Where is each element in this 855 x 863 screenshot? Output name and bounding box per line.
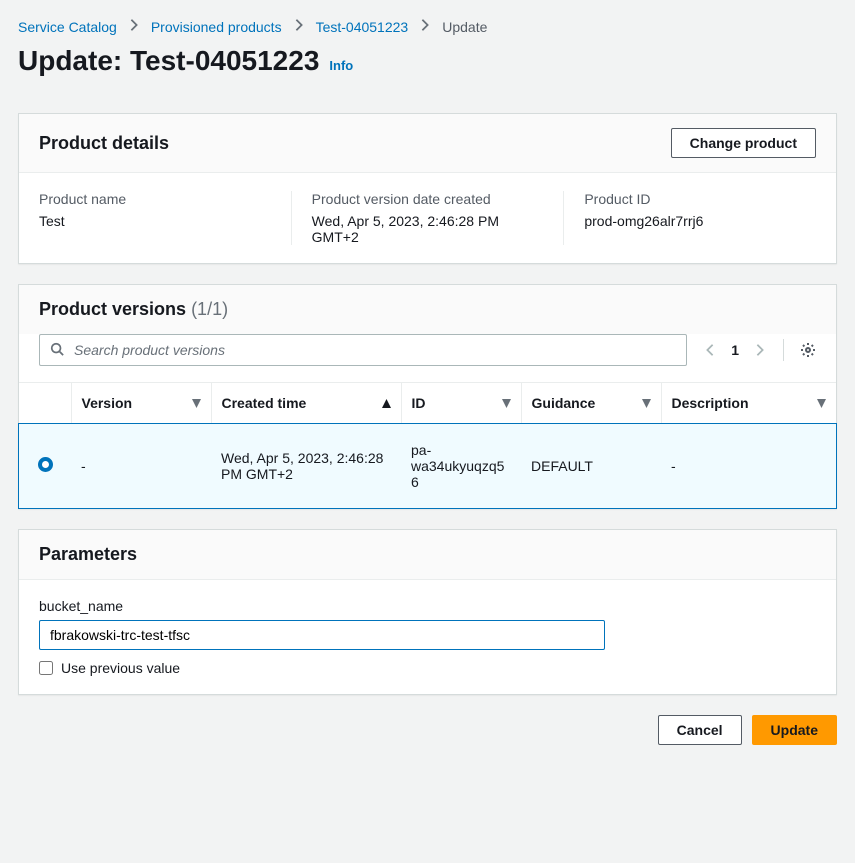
search-input[interactable] — [72, 341, 676, 359]
cell-created: Wed, Apr 5, 2023, 2:46:28 PM GMT+2 — [211, 424, 401, 509]
versions-table: Version Created time — [19, 382, 836, 508]
divider — [783, 339, 784, 361]
parameters-panel: Parameters bucket_name Use previous valu… — [18, 529, 837, 695]
breadcrumb: Service Catalog Provisioned products Tes… — [18, 18, 837, 35]
cancel-button[interactable]: Cancel — [658, 715, 742, 745]
product-versions-title: Product versions (1/1) — [39, 299, 228, 320]
use-previous-value-checkbox[interactable] — [39, 661, 53, 675]
product-id-value: prod-omg26alr7rrj6 — [584, 213, 816, 229]
update-button[interactable]: Update — [752, 715, 837, 745]
footer-actions: Cancel Update — [18, 715, 837, 745]
cell-description: - — [661, 424, 836, 509]
product-versions-count: (1/1) — [191, 299, 228, 319]
product-date-value: Wed, Apr 5, 2023, 2:46:28 PM GMT+2 — [312, 213, 544, 245]
prev-page-button[interactable] — [703, 343, 717, 357]
product-date-label: Product version date created — [312, 191, 544, 207]
product-id-label: Product ID — [584, 191, 816, 207]
product-details-title: Product details — [39, 133, 169, 154]
product-name-value: Test — [39, 213, 271, 229]
chevron-right-icon — [292, 18, 306, 35]
breadcrumb-service-catalog[interactable]: Service Catalog — [18, 19, 117, 35]
bucket-name-label: bucket_name — [39, 598, 816, 614]
pager: 1 — [703, 342, 767, 358]
col-created[interactable]: Created time — [211, 383, 401, 424]
page-title: Update: Test-04051223 — [18, 45, 319, 77]
page-number: 1 — [731, 342, 739, 358]
product-versions-panel: Product versions (1/1) 1 — [18, 284, 837, 509]
sort-icon — [642, 395, 651, 411]
sort-icon — [817, 395, 826, 411]
cell-version: - — [71, 424, 211, 509]
breadcrumb-provisioned-products[interactable]: Provisioned products — [151, 19, 282, 35]
chevron-right-icon — [418, 18, 432, 35]
col-id[interactable]: ID — [401, 383, 521, 424]
breadcrumb-product[interactable]: Test-04051223 — [316, 19, 409, 35]
search-icon — [50, 342, 64, 359]
radio-selected-icon[interactable] — [38, 457, 53, 472]
search-product-versions[interactable] — [39, 334, 687, 366]
table-row[interactable]: - Wed, Apr 5, 2023, 2:46:28 PM GMT+2 pa-… — [19, 424, 836, 509]
sort-asc-icon — [382, 395, 391, 411]
col-description[interactable]: Description — [661, 383, 836, 424]
chevron-right-icon — [127, 18, 141, 35]
info-link[interactable]: Info — [329, 58, 353, 73]
col-version[interactable]: Version — [71, 383, 211, 424]
product-name-label: Product name — [39, 191, 271, 207]
change-product-button[interactable]: Change product — [671, 128, 816, 158]
breadcrumb-current: Update — [442, 19, 487, 35]
use-previous-value-row[interactable]: Use previous value — [39, 660, 816, 676]
next-page-button[interactable] — [753, 343, 767, 357]
parameters-title: Parameters — [39, 544, 137, 565]
settings-button[interactable] — [800, 342, 816, 358]
bucket-name-input[interactable] — [39, 620, 605, 650]
use-previous-value-label: Use previous value — [61, 660, 180, 676]
cell-guidance: DEFAULT — [521, 424, 661, 509]
col-guidance[interactable]: Guidance — [521, 383, 661, 424]
sort-icon — [192, 395, 201, 411]
sort-icon — [502, 395, 511, 411]
product-details-panel: Product details Change product Product n… — [18, 113, 837, 264]
cell-id: pa-wa34ukyuqzq56 — [401, 424, 521, 509]
